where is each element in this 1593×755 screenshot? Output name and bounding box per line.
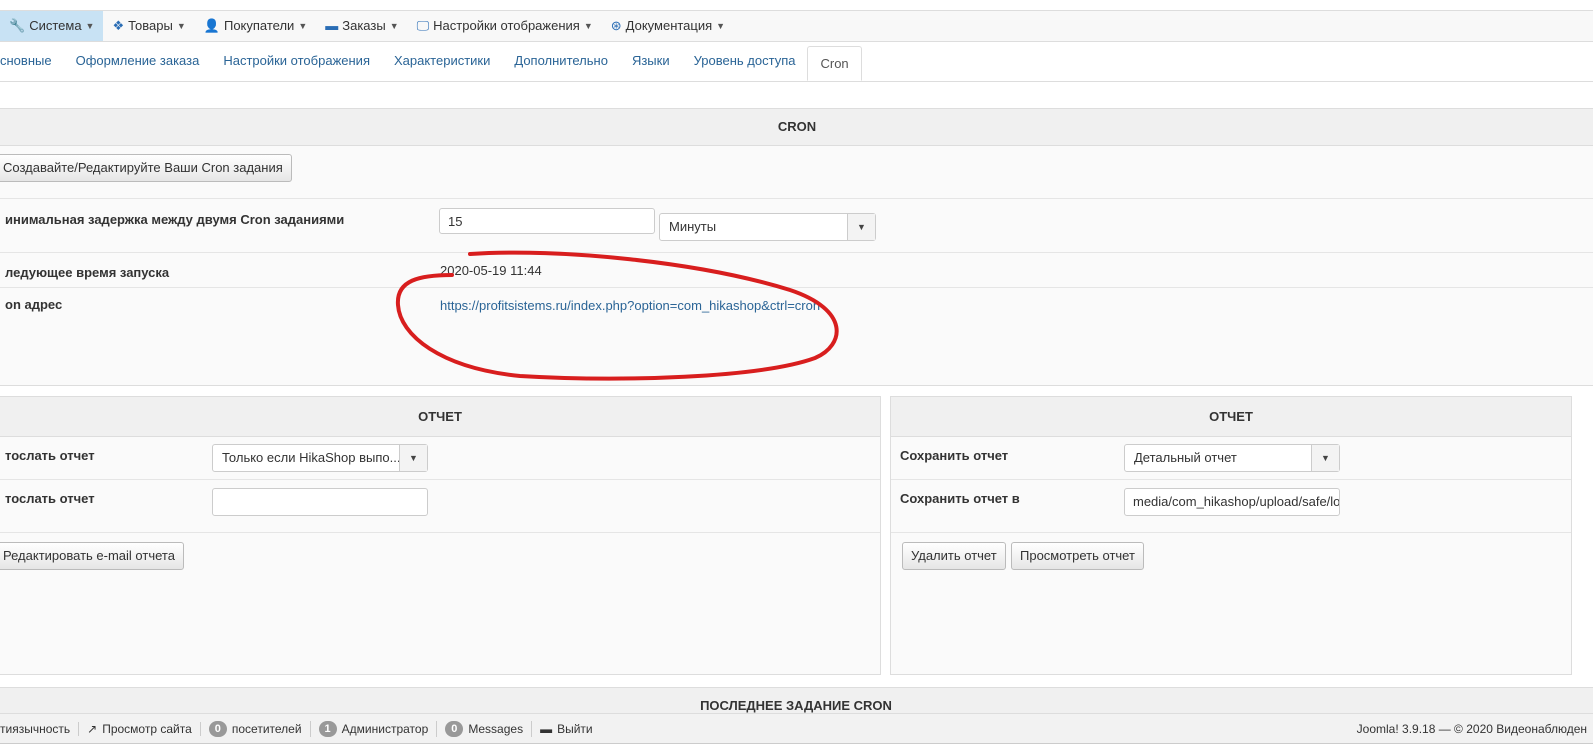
menu-label: Товары bbox=[128, 18, 173, 33]
delay-label: инимальная задержка между двумя Cron зад… bbox=[5, 212, 345, 227]
minus-icon: ▬ bbox=[540, 721, 553, 736]
menu-label: Документация bbox=[625, 18, 713, 33]
chevron-down-icon: ▼ bbox=[1311, 445, 1339, 471]
visitors-label: посетителей bbox=[231, 721, 302, 736]
lifebuoy-icon: ⊛ bbox=[610, 18, 622, 33]
credit-card-icon: ▬ bbox=[325, 18, 339, 33]
menu-wrench[interactable]: 🔧 Система ▼ bbox=[0, 11, 104, 41]
caret-down-icon: ▼ bbox=[716, 21, 726, 31]
save-report-value: Детальный отчет bbox=[1134, 450, 1237, 465]
status-bar: тиязычность ↗ Просмотр сайта 0 посетителей… bbox=[0, 713, 1593, 744]
report-panel-right: ОТЧЕТ Сохранить отчет Детальный отчет ▼ С… bbox=[890, 396, 1572, 675]
send-report-to-input[interactable] bbox=[212, 488, 428, 516]
save-report-select[interactable]: Детальный отчет ▼ bbox=[1124, 444, 1340, 472]
delay-unit-value: Минуты bbox=[669, 219, 717, 234]
caret-down-icon: ▼ bbox=[85, 21, 95, 31]
edit-report-email-button[interactable]: Редактировать e-mail отчета bbox=[0, 542, 184, 570]
chevron-down-icon: ▼ bbox=[847, 214, 875, 240]
report-title: ОТЧЕТ bbox=[891, 397, 1571, 437]
external-link-icon: ↗ bbox=[87, 721, 98, 736]
delay-input[interactable]: 15 bbox=[439, 208, 655, 234]
save-report-to-label: Сохранить отчет в bbox=[900, 491, 1020, 506]
caret-down-icon: ▼ bbox=[583, 21, 593, 31]
delete-report-button[interactable]: Удалить отчет bbox=[902, 542, 1006, 570]
tab-7[interactable]: Cron bbox=[807, 46, 862, 81]
menu-credit-card[interactable]: ▬ Заказы ▼ bbox=[316, 11, 407, 41]
next-run-label: ледующее время запуска bbox=[5, 265, 170, 280]
admins-status: 1 Администратор bbox=[311, 720, 438, 737]
menu-user[interactable]: 👤 Покупатели ▼ bbox=[195, 11, 316, 41]
config-tabs: сновные Оформление заказа Настройки отобра… bbox=[0, 41, 1593, 82]
caret-down-icon: ▼ bbox=[176, 21, 186, 31]
menu-cubes[interactable]: ❖ Товары ▼ bbox=[103, 11, 194, 41]
send-report-value: Только если HikaShop выпо... bbox=[222, 450, 401, 465]
view-site-label: Просмотр сайта bbox=[102, 721, 192, 736]
caret-down-icon: ▼ bbox=[389, 21, 399, 31]
menu-label: Система bbox=[29, 18, 82, 33]
cron-title: CRON bbox=[0, 109, 1593, 146]
menu-label: Настройки отображения bbox=[433, 18, 580, 33]
top-menu: 🔧 Система ▼ ❖ Товары ▼ 👤 Покупатели ▼ ▬ Заказы ▼ 🖵 На… bbox=[0, 10, 1593, 42]
tab-2[interactable]: Настройки отображения bbox=[211, 41, 382, 81]
user-icon: 👤 bbox=[203, 18, 220, 33]
menu-lifebuoy[interactable]: ⊛ Документация ▼ bbox=[602, 11, 734, 41]
send-report-to-label: тослать отчет bbox=[5, 491, 95, 506]
delay-unit-select[interactable]: Минуты ▼ bbox=[659, 213, 876, 241]
logout-label: Выйти bbox=[557, 721, 593, 736]
logout-link[interactable]: ▬ Выйти bbox=[532, 722, 601, 736]
menu-label: Заказы bbox=[342, 18, 386, 33]
send-report-label: тослать отчет bbox=[5, 448, 95, 463]
cron-url-link[interactable]: https://profitsistems.ru/index.php?optio… bbox=[440, 298, 820, 313]
tab-3[interactable]: Характеристики bbox=[382, 41, 502, 81]
last-cron-title: ПОСЛЕДНЕЕ ЗАДАНИЕ CRON bbox=[0, 687, 1593, 714]
report-title: ОТЧЕТ bbox=[0, 397, 880, 437]
save-report-to-input[interactable]: media/com_hikashop/upload/safe/lo bbox=[1124, 488, 1340, 516]
menu-label: Покупатели bbox=[223, 18, 295, 33]
view-report-button[interactable]: Просмотреть отчет bbox=[1011, 542, 1144, 570]
admins-label: Администратор bbox=[341, 721, 429, 736]
save-report-label: Сохранить отчет bbox=[900, 448, 1009, 463]
version-info: Joomla! 3.9.18 — © 2020 Видеонаблюден bbox=[1356, 721, 1587, 736]
monitor-icon: 🖵 bbox=[416, 18, 430, 33]
tab-6[interactable]: Уровень доступа bbox=[682, 41, 808, 81]
visitors-status: 0 посетителей bbox=[201, 720, 311, 737]
admins-badge: 1 bbox=[318, 720, 337, 737]
tab-1[interactable]: Оформление заказа bbox=[64, 41, 212, 81]
messages-link[interactable]: 0 Messages bbox=[437, 720, 533, 737]
cron-url-label: on адрес bbox=[5, 297, 63, 312]
report-panel-left: ОТЧЕТ тослать отчет Только если HikaShop… bbox=[0, 396, 881, 675]
cron-panel: CRON Создавайте/Редактируйте Ваши Cron з… bbox=[0, 108, 1593, 386]
menu-monitor[interactable]: 🖵 Настройки отображения ▼ bbox=[408, 11, 602, 41]
wrench-icon: 🔧 bbox=[9, 18, 26, 33]
visitors-badge: 0 bbox=[208, 720, 227, 737]
caret-down-icon: ▼ bbox=[298, 21, 308, 31]
edit-cron-button[interactable]: Создавайте/Редактируйте Ваши Cron задани… bbox=[0, 154, 292, 182]
next-run-value: 2020-05-19 11:44 bbox=[440, 263, 542, 278]
messages-badge: 0 bbox=[445, 720, 464, 737]
chevron-down-icon: ▼ bbox=[399, 445, 427, 471]
tab-0[interactable]: сновные bbox=[0, 41, 64, 81]
view-site-link[interactable]: ↗ Просмотр сайта bbox=[79, 721, 201, 736]
tab-4[interactable]: Дополнительно bbox=[502, 41, 620, 81]
cubes-icon: ❖ bbox=[112, 18, 125, 33]
multilang-status[interactable]: тиязычность bbox=[0, 722, 70, 736]
send-report-select[interactable]: Только если HikaShop выпо... ▼ bbox=[212, 444, 428, 472]
messages-label: Messages bbox=[468, 721, 524, 736]
tab-5[interactable]: Языки bbox=[620, 41, 682, 81]
